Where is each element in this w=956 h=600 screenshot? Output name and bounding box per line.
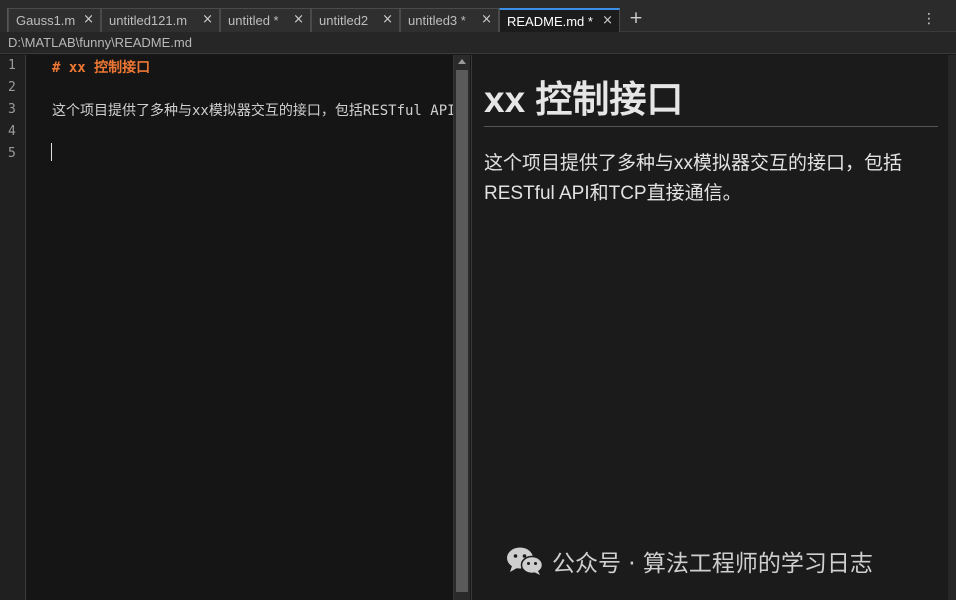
wechat-icon (507, 547, 544, 575)
tab-label: untitled2 (319, 13, 369, 28)
line-number: 5 (8, 146, 16, 161)
code-line[interactable]: # xx 控制接口 (52, 57, 150, 77)
close-icon[interactable]: × (382, 12, 393, 27)
editor-scrollbar[interactable] (453, 55, 470, 600)
line-number: 3 (8, 102, 16, 117)
line-number-gutter: 1 2 3 4 5 (0, 55, 26, 600)
markdown-preview: xx 控制接口 这个项目提供了多种与xx模拟器交互的接口，包括RESTful A… (471, 55, 956, 600)
close-icon[interactable]: × (481, 12, 492, 27)
preview-paragraph: 这个项目提供了多种与xx模拟器交互的接口，包括RESTful API和TCP直接… (484, 153, 903, 204)
close-icon[interactable]: × (202, 12, 213, 27)
watermark: 公众号 · 算法工程师的学习日志 (506, 545, 873, 577)
tab-label: README.md * (507, 13, 593, 29)
close-icon[interactable]: × (293, 12, 304, 27)
tab-label: untitled * (228, 13, 279, 28)
text-cursor (51, 143, 52, 161)
heading-divider (484, 126, 938, 127)
scrollbar-thumb[interactable] (456, 70, 468, 592)
tab-scroll-left[interactable] (0, 8, 8, 32)
tab-untitled2[interactable]: untitled2 × (311, 8, 400, 32)
watermark-text: 公众号 · 算法工程师的学习日志 (552, 551, 873, 577)
file-path-bar: D:\MATLAB\funny\README.md (0, 32, 956, 54)
tab-bar: Gauss1.m × untitled121.m × untitled * × … (0, 0, 956, 32)
close-icon[interactable]: × (602, 13, 613, 28)
scroll-up-icon[interactable] (458, 59, 466, 64)
tab-label: untitled3 * (408, 13, 466, 28)
tab-gauss1[interactable]: Gauss1.m × (8, 8, 101, 32)
add-tab-button[interactable]: + (626, 8, 646, 30)
line-number: 2 (8, 80, 16, 95)
tab-readme[interactable]: README.md * × (499, 8, 620, 32)
app-window: Gauss1.m × untitled121.m × untitled * × … (0, 0, 956, 600)
tab-untitled[interactable]: untitled * × (220, 8, 311, 32)
tab-untitled3[interactable]: untitled3 * × (400, 8, 499, 32)
line-number: 1 (8, 58, 16, 73)
tab-untitled121[interactable]: untitled121.m × (101, 8, 220, 32)
preview-heading: xx 控制接口 (484, 79, 684, 120)
tab-label: untitled121.m (109, 13, 188, 28)
more-options-icon[interactable]: ⋮ (920, 10, 938, 30)
tab-label: Gauss1.m (16, 13, 76, 28)
line-number: 4 (8, 124, 16, 139)
close-icon[interactable]: × (83, 12, 94, 27)
markdown-editor[interactable]: # xx 控制接口 这个项目提供了多种与xx模拟器交互的接口，包括RESTful… (27, 55, 453, 600)
code-line[interactable]: 这个项目提供了多种与xx模拟器交互的接口，包括RESTful API和TCP直接… (52, 100, 453, 120)
